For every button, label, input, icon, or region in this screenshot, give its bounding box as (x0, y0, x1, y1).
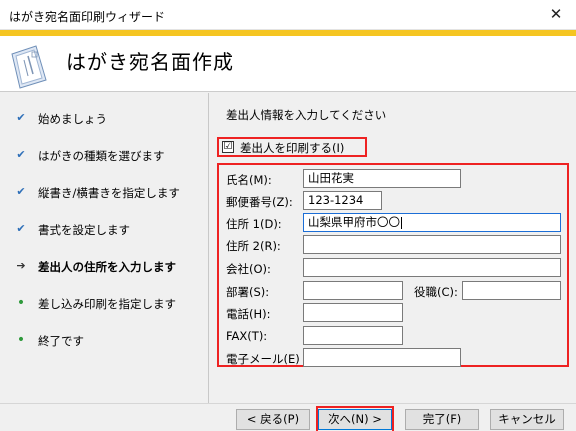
title-label: 役職(C): (414, 285, 458, 299)
phone-label: 電話(H): (226, 307, 271, 321)
step-item: ✔ 縦書き/横書きを指定します (0, 185, 209, 205)
finish-button[interactable]: 完了(F) (405, 409, 479, 430)
name-field[interactable]: 山田花実 (303, 169, 461, 188)
instruction-text: 差出人情報を入力してください (226, 108, 387, 122)
step-item: ✔ 書式を設定します (0, 222, 209, 242)
step-label: 差し込み印刷を指定します (38, 297, 176, 311)
title-bar: はがき宛名面印刷ウィザード ✕ (0, 0, 576, 30)
wizard-steps: ✔ 始めましょう ✔ はがきの種類を選びます ✔ 縦書き/横書きを指定します ✔… (0, 93, 209, 403)
address2-field[interactable] (303, 235, 561, 254)
fax-field[interactable] (303, 326, 403, 345)
email-label: 電子メール(E) (226, 352, 300, 366)
page-title: はがき宛名面作成 (66, 50, 234, 74)
step-label: 終了です (38, 334, 84, 348)
fax-label: FAX(T): (226, 329, 268, 343)
step-label: 差出人の住所を入力します (38, 260, 176, 274)
next-button[interactable]: 次へ(N) > (318, 409, 392, 430)
checkmark-icon: ✔ (16, 185, 26, 198)
bullet-icon: • (16, 295, 26, 311)
name-label: 氏名(M): (226, 173, 272, 187)
company-label: 会社(O): (226, 262, 271, 276)
step-label: 始めましょう (38, 112, 107, 126)
cancel-button[interactable]: キャンセル (490, 409, 564, 430)
step-label: はがきの種類を選びます (38, 149, 165, 163)
postal-code-field[interactable]: 123-1234 (303, 191, 382, 210)
department-label: 部署(S): (226, 285, 270, 299)
postal-label: 郵便番号(Z): (226, 195, 293, 209)
print-sender-label[interactable]: 差出人を印刷する(I) (240, 140, 344, 156)
phone-field[interactable] (303, 303, 403, 322)
email-field[interactable] (303, 348, 461, 367)
address2-label: 住所 2(R): (226, 239, 281, 253)
checkmark-icon: ✔ (16, 222, 26, 235)
bullet-icon: • (16, 332, 26, 348)
step-item: • 差し込み印刷を指定します (0, 296, 209, 316)
address1-value: 山梨県甲府市〇〇 (308, 215, 400, 229)
checkmark-icon: ✔ (16, 148, 26, 161)
sender-info-panel: 差出人情報を入力してください ☑ 差出人を印刷する(I) 氏名(M): 山田花実… (210, 93, 576, 403)
step-label: 書式を設定します (38, 223, 130, 237)
department-field[interactable] (303, 281, 403, 300)
checkmark-icon: ✔ (16, 111, 26, 124)
arrow-right-icon: ➔ (16, 259, 26, 272)
step-item: • 終了です (0, 333, 209, 353)
text-caret (401, 216, 402, 229)
step-label: 縦書き/横書きを指定します (38, 186, 180, 200)
step-item: ✔ はがきの種類を選びます (0, 148, 209, 168)
wizard-footer: < 戻る(P) 次へ(N) > 完了(F) キャンセル (0, 403, 576, 431)
window-title: はがき宛名面印刷ウィザード (9, 10, 166, 24)
step-item-current: ➔ 差出人の住所を入力します (0, 259, 209, 279)
step-item: ✔ 始めましょう (0, 111, 209, 131)
address1-label: 住所 1(D): (226, 217, 282, 231)
company-field[interactable] (303, 258, 561, 277)
postcard-icon (11, 45, 47, 89)
address1-field[interactable]: 山梨県甲府市〇〇 (303, 213, 561, 232)
wizard-header: はがき宛名面作成 (0, 36, 576, 92)
title-field[interactable] (462, 281, 561, 300)
print-sender-checkbox[interactable]: ☑ (222, 141, 234, 153)
back-button[interactable]: < 戻る(P) (236, 409, 310, 430)
close-icon[interactable]: ✕ (536, 0, 576, 30)
